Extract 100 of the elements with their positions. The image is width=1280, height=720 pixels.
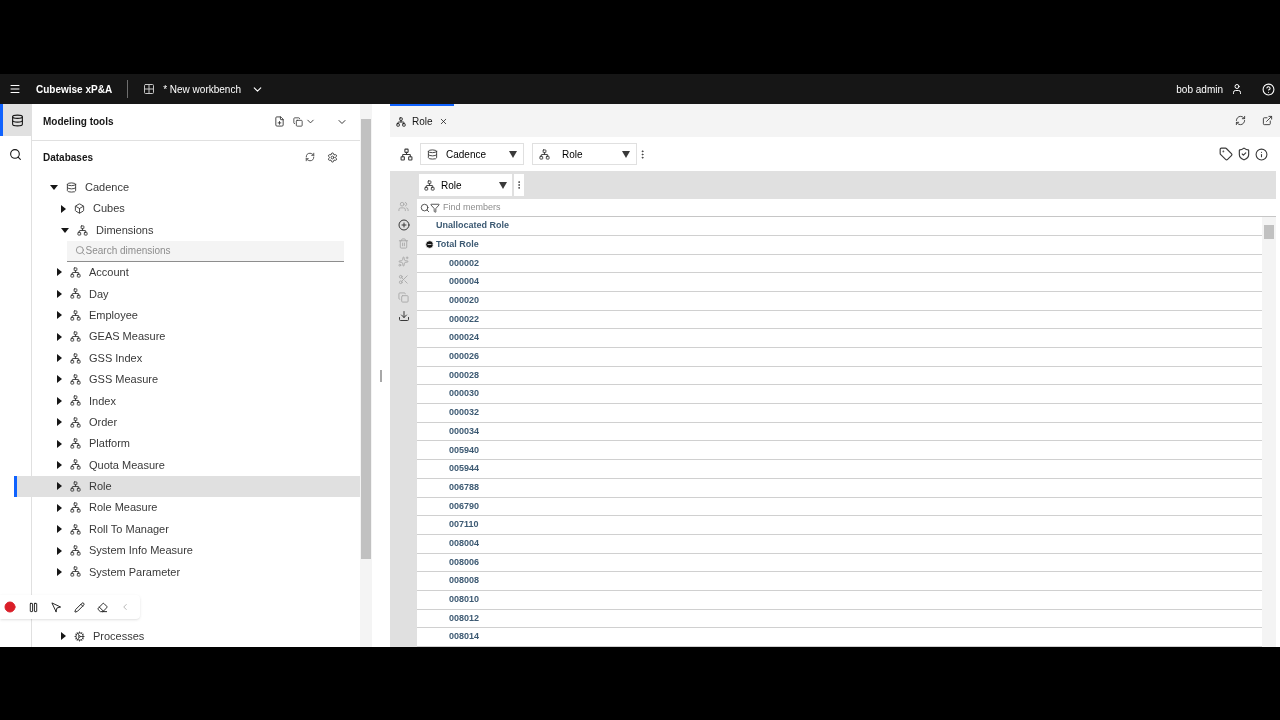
member-row[interactable]: 008010 (417, 590, 1262, 610)
collapsed-caret-icon[interactable] (57, 375, 62, 384)
member-row[interactable]: 000022 (417, 310, 1262, 330)
member-row[interactable]: 000004 (417, 273, 1262, 292)
member-row[interactable]: 007110 (417, 516, 1262, 535)
search-input[interactable]: Search dimensions (85, 243, 344, 259)
dimension-item[interactable]: Index (14, 390, 360, 412)
find-input[interactable]: Find members (443, 200, 643, 215)
member-row[interactable]: 000028 (417, 366, 1262, 386)
dimension-item[interactable]: Platform (14, 432, 360, 455)
member-row[interactable]: 005944 (417, 460, 1262, 479)
member-row[interactable]: 000034 (417, 422, 1262, 442)
collapsed-caret-icon[interactable] (57, 482, 62, 491)
dimension-dropdown[interactable]: Role (532, 143, 637, 166)
member-row[interactable]: 006788 (417, 478, 1262, 498)
pencil-icon[interactable] (74, 601, 85, 613)
splitter-handle[interactable] (380, 369, 382, 382)
info-icon[interactable] (1255, 147, 1268, 161)
member-row[interactable]: Unallocated Role (417, 217, 1262, 236)
find-field[interactable]: Find members (417, 199, 1276, 218)
member-row[interactable]: 005940 (417, 441, 1262, 461)
dimension-item[interactable]: GEAS Measure (14, 325, 360, 348)
member-row[interactable]: 006790 (417, 497, 1262, 517)
collapsed-caret-icon[interactable] (61, 632, 66, 641)
refresh-icon[interactable] (305, 152, 315, 163)
dimension-item[interactable]: GSS Index (14, 347, 360, 369)
collapsed-caret-icon[interactable] (57, 289, 62, 298)
tree-item[interactable]: Dimensions (43, 219, 360, 241)
dimension-item[interactable]: GSS Measure (14, 368, 360, 391)
refresh-icon[interactable] (1235, 115, 1246, 127)
database-dropdown[interactable]: Cadence (420, 143, 524, 166)
workbench-name[interactable]: * New workbench (163, 81, 241, 97)
collapsed-caret-icon[interactable] (57, 332, 62, 341)
dimension-item[interactable]: Role Measure (14, 497, 360, 519)
member-label: 008006 (449, 555, 480, 569)
member-row[interactable]: 000032 (417, 404, 1262, 423)
collapsed-caret-icon[interactable] (57, 396, 62, 405)
pointer-icon[interactable] (51, 601, 62, 613)
collapsed-caret-icon[interactable] (57, 503, 62, 512)
member-row[interactable]: 008014 (417, 628, 1262, 647)
dimension-item[interactable]: Quota Measure (14, 454, 360, 476)
collapse-icon[interactable] (425, 240, 434, 250)
collapsed-caret-icon[interactable] (57, 311, 62, 320)
dimension-item[interactable]: Employee (14, 304, 360, 326)
expanded-caret-icon[interactable] (61, 227, 69, 233)
member-row[interactable]: 008006 (417, 553, 1262, 573)
member-row[interactable]: 000030 (417, 385, 1262, 405)
user-icon[interactable] (1231, 83, 1243, 95)
open-external-icon[interactable] (1262, 115, 1273, 127)
help-icon[interactable] (1262, 82, 1275, 96)
member-label: 005944 (449, 462, 480, 476)
tag-icon[interactable] (1219, 147, 1233, 162)
member-row[interactable]: Total Role (417, 235, 1262, 255)
search-icon[interactable] (9, 148, 22, 161)
tree-item[interactable]: Cubes (43, 197, 360, 220)
menu-icon[interactable] (9, 83, 21, 95)
collapsed-caret-icon[interactable] (61, 204, 66, 213)
grid-scrollbar[interactable] (1262, 217, 1276, 647)
member-row[interactable]: 000020 (417, 291, 1262, 311)
member-row[interactable]: 000002 (417, 254, 1262, 274)
record-icon[interactable] (4, 601, 16, 613)
hierarchy-dropdown[interactable]: Role (419, 174, 512, 197)
dimension-item[interactable]: Order (14, 411, 360, 433)
member-row[interactable]: 008008 (417, 572, 1262, 591)
new-file-icon[interactable] (274, 116, 285, 128)
collapsed-caret-icon[interactable] (57, 418, 62, 427)
dimension-item[interactable]: Day (14, 283, 360, 305)
dimension-item[interactable]: Account (14, 261, 360, 284)
eraser-icon[interactable] (97, 601, 108, 613)
search-field[interactable]: Search dimensions (67, 240, 344, 262)
collapsed-caret-icon[interactable] (57, 525, 62, 534)
collapsed-caret-icon[interactable] (57, 460, 62, 469)
dimension-item[interactable]: System Info Measure (14, 539, 360, 562)
settings-icon[interactable] (327, 151, 338, 163)
dimension-label: Account (89, 265, 129, 281)
close-icon[interactable] (438, 117, 448, 127)
collapsed-caret-icon[interactable] (57, 439, 62, 448)
collapsed-caret-icon[interactable] (57, 567, 62, 576)
tree-item[interactable]: Processes (43, 625, 360, 647)
expanded-caret-icon[interactable] (50, 184, 58, 190)
member-row[interactable]: 000024 (417, 329, 1262, 348)
member-row[interactable]: 000026 (417, 348, 1262, 367)
scrollbar[interactable] (360, 104, 372, 647)
tree-item[interactable]: Cadence (32, 176, 360, 198)
dimension-item[interactable]: Role (14, 475, 360, 498)
database-icon (10, 113, 24, 127)
filter-icon[interactable] (430, 202, 440, 213)
member-row[interactable]: 008004 (417, 534, 1262, 554)
cubes-icon (74, 203, 85, 215)
collapsed-caret-icon[interactable] (57, 546, 62, 555)
dimension-item[interactable]: System Parameter (14, 561, 360, 583)
add-icon[interactable] (397, 219, 410, 232)
pause-icon[interactable] (28, 601, 39, 613)
dimension-item[interactable]: Roll To Manager (14, 518, 360, 540)
collapsed-caret-icon[interactable] (57, 354, 62, 362)
database-tab[interactable] (0, 104, 31, 136)
collapsed-caret-icon[interactable] (57, 268, 62, 277)
member-label: 008004 (449, 536, 480, 550)
download-icon[interactable] (397, 310, 410, 323)
member-row[interactable]: 008012 (417, 609, 1262, 629)
